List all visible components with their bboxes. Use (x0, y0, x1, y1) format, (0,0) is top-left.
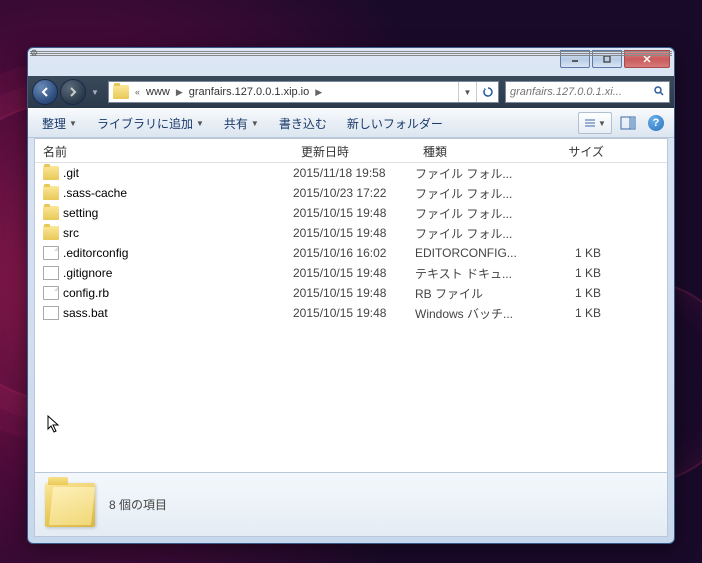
file-icon (43, 246, 59, 260)
file-type: Windows バッチ... (415, 305, 533, 322)
column-headers: 名前 更新日時 種類 サイズ (35, 139, 667, 163)
breadcrumb-www[interactable]: www (142, 86, 174, 98)
file-type: ファイル フォル... (415, 225, 533, 242)
file-name: .git (63, 166, 79, 180)
file-size: 1 KB (533, 246, 613, 260)
folder-icon (43, 186, 59, 200)
file-row[interactable]: .gitignore 2015/10/15 19:48テキスト ドキュ...1 K… (35, 263, 667, 283)
search-input[interactable] (510, 86, 653, 98)
file-date: 2015/10/15 19:48 (293, 206, 415, 220)
file-date: 2015/10/16 16:02 (293, 246, 415, 260)
file-date: 2015/10/15 19:48 (293, 286, 415, 300)
file-row[interactable]: .git 2015/11/18 19:58ファイル フォル... (35, 163, 667, 183)
breadcrumb-prefix[interactable]: « (133, 87, 142, 97)
help-icon: ? (648, 115, 664, 131)
folder-icon (43, 226, 59, 240)
burn-button[interactable]: 書き込む (271, 112, 335, 135)
folder-icon (43, 166, 59, 180)
file-type: RB ファイル (415, 285, 533, 302)
file-size: 1 KB (533, 266, 613, 280)
address-dropdown[interactable]: ▼ (458, 82, 476, 102)
file-row[interactable]: .editorconfig 2015/10/16 16:02EDITORCONFI… (35, 243, 667, 263)
maximize-button[interactable] (592, 50, 622, 68)
file-size: 1 KB (533, 306, 613, 320)
header-name[interactable]: 名前 (35, 139, 293, 162)
file-type: テキスト ドキュ... (415, 265, 533, 282)
explorer-window: ▼ « www ▶ granfairs.127.0.0.1.xip.io ▶ ▼… (27, 47, 675, 544)
breadcrumb-current[interactable]: granfairs.127.0.0.1.xip.io (185, 86, 313, 98)
close-button[interactable] (624, 50, 670, 68)
nav-history-dropdown[interactable]: ▼ (88, 82, 102, 102)
toolbar: 整理▼ ライブラリに追加▼ 共有▼ 書き込む 新しいフォルダー ▼ ? (28, 108, 674, 138)
folder-icon (43, 206, 59, 220)
header-date[interactable]: 更新日時 (293, 139, 415, 162)
organize-button[interactable]: 整理▼ (34, 112, 85, 135)
file-type: EDITORCONFIG... (415, 246, 533, 260)
file-date: 2015/10/23 17:22 (293, 186, 415, 200)
file-name: .sass-cache (63, 186, 127, 200)
file-row[interactable]: setting 2015/10/15 19:48ファイル フォル... (35, 203, 667, 223)
file-row[interactable]: config.rb 2015/10/15 19:48RB ファイル1 KB (35, 283, 667, 303)
chevron-right-icon[interactable]: ▶ (174, 87, 185, 98)
file-icon (43, 266, 59, 280)
file-date: 2015/10/15 19:48 (293, 306, 415, 320)
file-name: .gitignore (63, 266, 112, 280)
file-size: 1 KB (533, 286, 613, 300)
file-name: config.rb (63, 286, 109, 300)
header-type[interactable]: 種類 (415, 139, 533, 162)
file-list: .git2015/11/18 19:58ファイル フォル....sass-cac… (35, 163, 667, 472)
file-type: ファイル フォル... (415, 205, 533, 222)
file-type: ファイル フォル... (415, 185, 533, 202)
library-button[interactable]: ライブラリに追加▼ (89, 112, 212, 135)
header-size[interactable]: サイズ (533, 139, 613, 162)
search-box[interactable] (505, 81, 670, 103)
titlebar (28, 48, 674, 76)
share-button[interactable]: 共有▼ (216, 112, 267, 135)
view-options-button[interactable]: ▼ (578, 112, 612, 134)
file-name: sass.bat (63, 306, 108, 320)
file-type: ファイル フォル... (415, 165, 533, 182)
minimize-button[interactable] (560, 50, 590, 68)
search-icon[interactable] (653, 85, 665, 100)
file-icon (43, 286, 59, 300)
file-row[interactable]: src 2015/10/15 19:48ファイル フォル... (35, 223, 667, 243)
folder-icon (113, 85, 129, 99)
status-bar: 8 個の項目 (34, 473, 668, 537)
file-name: src (63, 226, 79, 240)
refresh-button[interactable] (476, 82, 498, 102)
file-icon (43, 306, 59, 320)
file-pane: 名前 更新日時 種類 サイズ .git2015/11/18 19:58ファイル … (34, 138, 668, 473)
new-folder-button[interactable]: 新しいフォルダー (339, 112, 451, 135)
status-text: 8 個の項目 (109, 496, 167, 513)
preview-pane-button[interactable] (616, 112, 640, 134)
file-date: 2015/11/18 19:58 (293, 166, 415, 180)
file-date: 2015/10/15 19:48 (293, 226, 415, 240)
file-date: 2015/10/15 19:48 (293, 266, 415, 280)
address-bar[interactable]: « www ▶ granfairs.127.0.0.1.xip.io ▶ ▼ (108, 81, 499, 103)
folder-icon (45, 483, 95, 527)
file-row[interactable]: .sass-cache 2015/10/23 17:22ファイル フォル... (35, 183, 667, 203)
nav-bar: ▼ « www ▶ granfairs.127.0.0.1.xip.io ▶ ▼ (28, 76, 674, 108)
chevron-right-icon[interactable]: ▶ (313, 87, 324, 98)
forward-button[interactable] (60, 79, 86, 105)
file-name: .editorconfig (63, 246, 128, 260)
back-button[interactable] (32, 79, 58, 105)
file-name: setting (63, 206, 98, 220)
file-row[interactable]: sass.bat 2015/10/15 19:48Windows バッチ...1 … (35, 303, 667, 323)
help-button[interactable]: ? (644, 112, 668, 134)
